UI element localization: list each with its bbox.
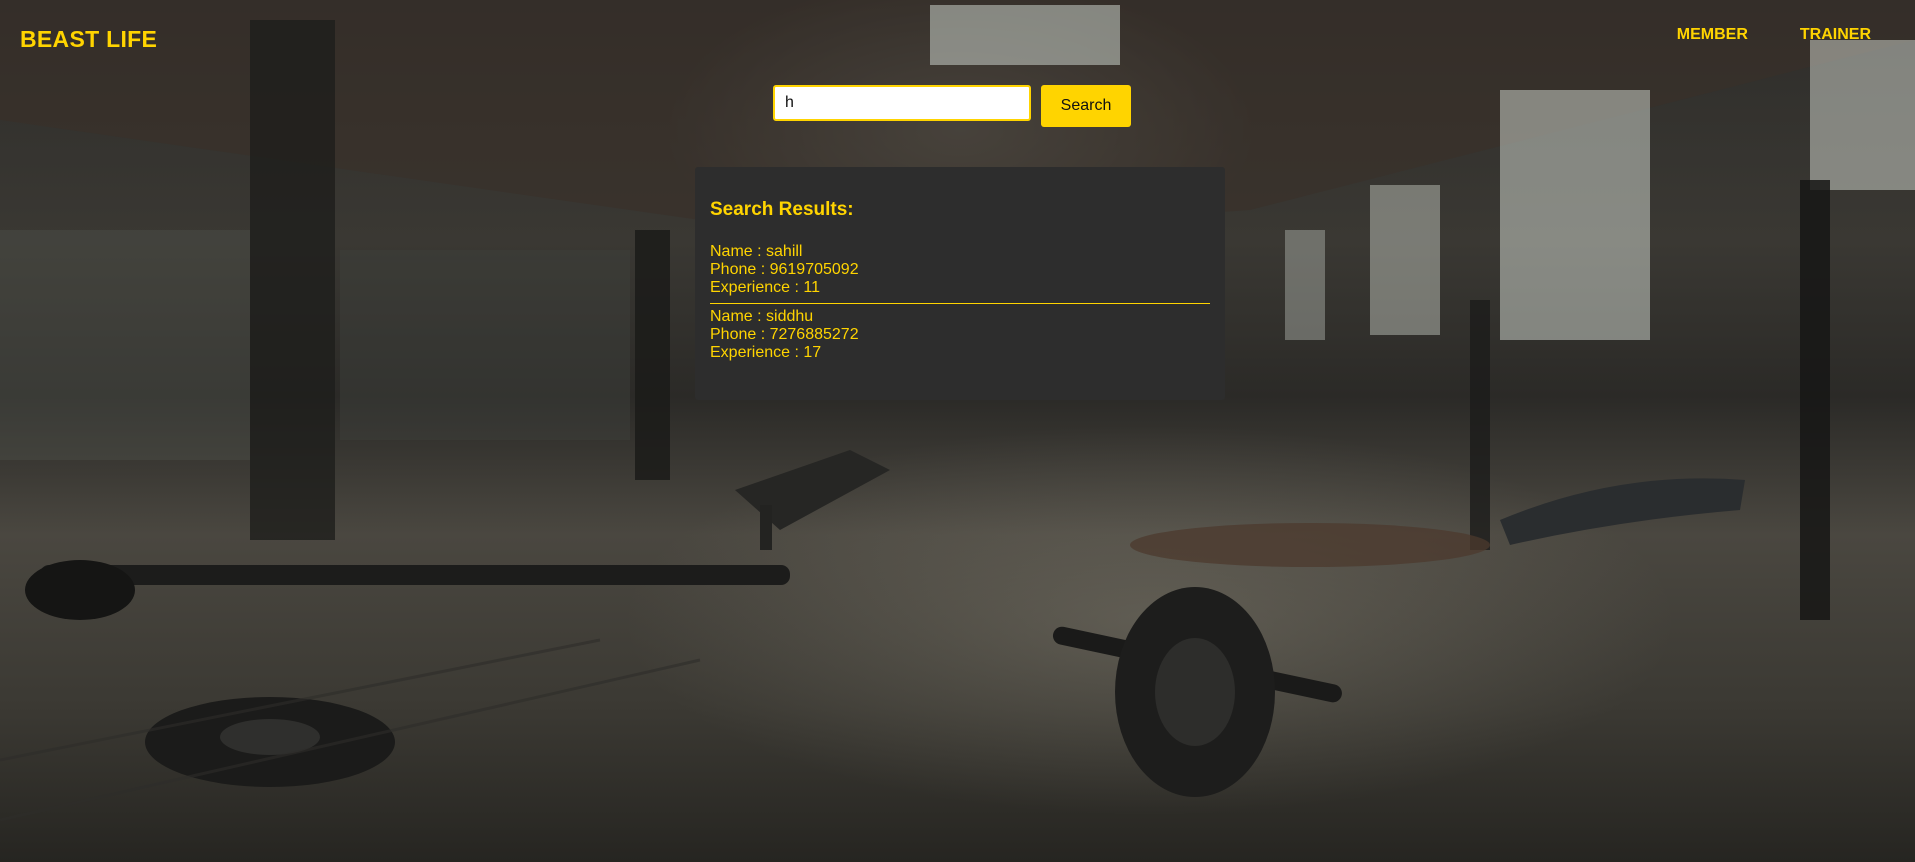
gym-background-image [0,0,1915,862]
search-bar: Search [773,85,1131,127]
top-nav: MEMBER TRAINER [1677,26,1871,44]
result-phone: Phone : 9619705092 [710,261,859,278]
search-results-title: Search Results: [710,199,854,220]
result-experience: Experience : 17 [710,344,822,361]
search-button[interactable]: Search [1041,85,1131,127]
result-phone: Phone : 7276885272 [710,326,859,343]
nav-trainer-link[interactable]: TRAINER [1800,26,1871,44]
result-item: Name : sahill Phone : 9619705092 Experie… [710,243,1210,297]
result-experience: Experience : 11 [710,279,820,296]
result-name: Name : sahill [710,243,803,260]
search-results-panel: Search Results: Name : sahill Phone : 96… [695,167,1225,400]
result-name: Name : siddhu [710,308,814,325]
nav-member-link[interactable]: MEMBER [1677,26,1748,44]
brand-logo[interactable]: BEAST LIFE [20,26,157,53]
result-item: Name : siddhu Phone : 7276885272 Experie… [710,303,1210,362]
search-input[interactable] [773,85,1031,121]
